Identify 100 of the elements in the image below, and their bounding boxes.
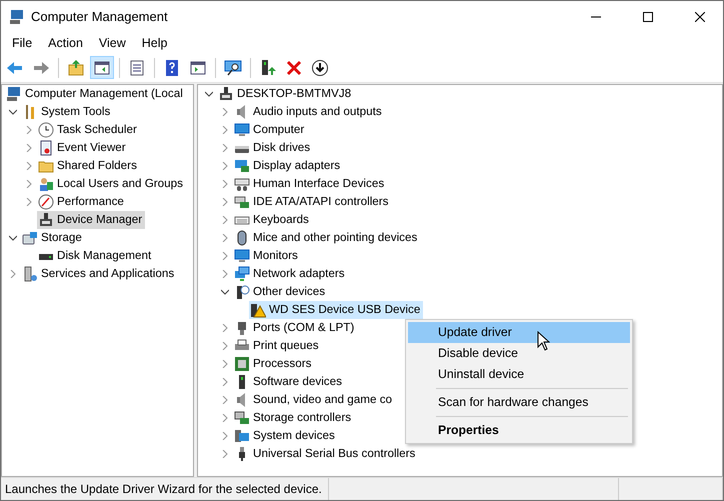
tree-item[interactable]: Services and Applications [21, 265, 178, 283]
expand-chevron-icon[interactable] [9, 270, 17, 278]
tree-item[interactable]: Storage controllers [233, 409, 354, 427]
collapse-chevron-icon[interactable] [9, 108, 17, 116]
tree-item[interactable]: Network adapters [233, 265, 348, 283]
keyboard-mouse-icon [234, 176, 250, 192]
tree-item[interactable]: WD SES Device USB Device [249, 301, 424, 319]
tree-item[interactable]: Performance [37, 193, 127, 211]
storage-icon [22, 230, 38, 246]
monitor-search-icon [224, 58, 242, 76]
tree-item[interactable]: Disk drives [233, 139, 314, 157]
collapse-chevron-icon[interactable] [221, 288, 229, 296]
computer-icon [6, 86, 22, 102]
tree-item[interactable]: IDE ATA/ATAPI controllers [233, 193, 392, 211]
expand-chevron-icon[interactable] [221, 234, 229, 242]
context-menu-item[interactable]: Properties [408, 420, 630, 441]
tree-item[interactable]: Task Scheduler [37, 121, 140, 139]
expand-chevron-icon[interactable] [221, 108, 229, 116]
tree-item[interactable]: Local Users and Groups [37, 175, 186, 193]
tree-item[interactable]: Audio inputs and outputs [233, 103, 385, 121]
expand-chevron-icon[interactable] [221, 162, 229, 170]
expand-chevron-icon[interactable] [221, 216, 229, 224]
up-folder-icon [67, 58, 85, 76]
expand-chevron-icon[interactable] [221, 324, 229, 332]
toolbar-button[interactable] [90, 56, 114, 79]
unknown-device-icon [234, 284, 250, 300]
context-menu-item[interactable]: Update driver [408, 322, 630, 343]
close-icon [695, 12, 705, 22]
tree-item[interactable]: Computer [233, 121, 308, 139]
help-icon [163, 58, 181, 76]
expand-chevron-icon[interactable] [221, 360, 229, 368]
menu-item[interactable]: Help [134, 36, 176, 50]
tree-item[interactable]: Ports (COM & LPT) [233, 319, 358, 337]
expand-chevron-icon[interactable] [25, 180, 33, 188]
tree-item[interactable]: Print queues [233, 337, 322, 355]
expand-chevron-icon[interactable] [221, 396, 229, 404]
tree-item[interactable]: Device Manager [37, 211, 146, 229]
tree-item[interactable]: System devices [233, 427, 338, 445]
tree-item[interactable]: Other devices [233, 283, 328, 301]
mouse-pointer-icon [537, 331, 550, 351]
monitor-icon [234, 248, 250, 264]
expand-chevron-icon[interactable] [25, 198, 33, 206]
tree-item[interactable]: Display adapters [233, 157, 344, 175]
tree-item[interactable]: Disk Management [37, 247, 154, 265]
tree-item[interactable]: Processors [233, 355, 314, 373]
context-menu-item[interactable]: Disable device [408, 343, 630, 364]
menu-item[interactable]: Action [40, 36, 91, 50]
tree-item[interactable]: System Tools [21, 103, 114, 121]
tree-item[interactable]: Human Interface Devices [233, 175, 388, 193]
system-device-icon [234, 428, 250, 444]
expand-chevron-icon[interactable] [221, 126, 229, 134]
context-menu-item[interactable]: Uninstall device [408, 364, 630, 385]
expand-chevron-icon[interactable] [221, 144, 229, 152]
users-icon [38, 176, 54, 192]
menu-item[interactable]: File [4, 36, 40, 50]
warning-device-icon [250, 302, 266, 318]
expand-chevron-icon[interactable] [221, 432, 229, 440]
window-title: Computer Management [31, 9, 169, 24]
expand-chevron-icon[interactable] [25, 144, 33, 152]
expand-chevron-icon[interactable] [221, 378, 229, 386]
tree-item[interactable]: Mice and other pointing devices [233, 229, 420, 247]
expand-chevron-icon[interactable] [221, 180, 229, 188]
expand-chevron-icon[interactable] [221, 450, 229, 458]
menu-item[interactable]: View [90, 36, 134, 50]
expand-chevron-icon[interactable] [221, 252, 229, 260]
processor-icon [234, 356, 250, 372]
maximize-icon [643, 12, 653, 22]
update-driver-icon [259, 58, 277, 76]
expand-chevron-icon[interactable] [221, 342, 229, 350]
tree-item[interactable]: Event Viewer [37, 139, 129, 157]
collapse-chevron-icon[interactable] [9, 234, 17, 242]
tree-item[interactable]: DESKTOP-BMTMVJ8 [217, 85, 354, 103]
controller-icon [234, 194, 250, 210]
expand-chevron-icon[interactable] [25, 162, 33, 170]
monitor-icon [234, 122, 250, 138]
expand-chevron-icon[interactable] [221, 270, 229, 278]
device-icon [38, 212, 54, 228]
gauge-icon [38, 194, 54, 210]
device-icon [218, 86, 234, 102]
console-tree-icon [93, 58, 111, 76]
expand-chevron-icon[interactable] [221, 198, 229, 206]
expand-chevron-icon[interactable] [221, 414, 229, 422]
services-icon [22, 266, 38, 282]
network-icon [234, 266, 250, 282]
expand-chevron-icon[interactable] [25, 126, 33, 134]
delete-icon [285, 58, 303, 76]
tree-item[interactable]: Keyboards [233, 211, 312, 229]
tree-item[interactable]: Monitors [233, 247, 301, 265]
tree-item[interactable]: Software devices [233, 373, 345, 391]
storage-controller-icon [234, 410, 250, 426]
list-icon [128, 58, 146, 76]
tree-item[interactable]: Shared Folders [37, 157, 140, 175]
tree-item[interactable]: Computer Management (Local [5, 85, 186, 103]
clock-icon [38, 122, 54, 138]
context-menu-item[interactable]: Scan for hardware changes [408, 392, 630, 413]
collapse-chevron-icon[interactable] [205, 90, 213, 98]
tree-item[interactable]: Universal Serial Bus controllers [233, 445, 418, 463]
tree-item[interactable]: Storage [21, 229, 85, 247]
action-pane-icon [189, 58, 207, 76]
tree-item[interactable]: Sound, video and game co [233, 391, 396, 409]
